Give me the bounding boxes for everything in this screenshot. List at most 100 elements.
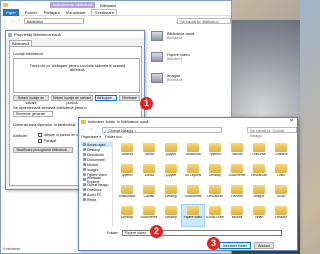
change-icon-button[interactable]: Modificare pictogramă bibliotecă... [13, 147, 73, 153]
folder-item[interactable]: .ipython [204, 142, 226, 163]
library-icon [151, 73, 163, 83]
tab-manage[interactable]: Gestionare [91, 8, 117, 16]
folder-icon [83, 188, 86, 191]
folder-icon [83, 158, 86, 161]
folder-icon [3, 3, 8, 7]
folder-item-label: Desktop [164, 195, 178, 198]
library-item[interactable]: Imagini Bibliotecă [151, 73, 231, 91]
library-item[interactable]: Biblioteca nouă Bibliotecă [151, 31, 231, 49]
folder-item[interactable]: .conda [138, 163, 160, 184]
optimize-label: Se optimizează această bibliotecă pentru… [13, 105, 88, 110]
cancel-button[interactable]: Anulare [254, 242, 275, 249]
folder-item[interactable]: Desktop [116, 205, 138, 226]
tab-share[interactable]: Partajare [44, 10, 60, 15]
dialog-title: Includere folder în Biblioteca nouă [88, 119, 149, 124]
forward-arrow-icon[interactable]: → [10, 18, 15, 24]
folder-item[interactable]: Desktop [160, 205, 182, 226]
folder-item-label: Desktop [164, 216, 178, 219]
folder-item[interactable]: .anaconda [182, 142, 204, 163]
set-public-save-location-button[interactable]: Setare locaţie de salvare publică [51, 95, 93, 105]
folder-item-label: Favorite [231, 195, 243, 198]
add-button[interactable]: Adăugare... [95, 95, 117, 101]
folder-item[interactable]: Căutări [138, 184, 160, 205]
up-arrow-icon[interactable]: ↑ [17, 18, 22, 24]
nav-item-label: Documente [87, 157, 105, 162]
folder-icon [143, 206, 155, 215]
folder-item[interactable]: Descărcări [248, 163, 270, 184]
folder-item[interactable]: .conda [138, 142, 160, 163]
tab-home[interactable]: Pornire [25, 10, 38, 15]
folder-item-label: .vscode [231, 153, 243, 156]
nav-item[interactable]: Reţea [81, 197, 112, 202]
folder-icon [231, 185, 243, 194]
folder-icon [121, 206, 133, 215]
status-bar: 6 elemente [3, 247, 21, 251]
remove-button[interactable]: Eliminare [119, 95, 140, 101]
library-type: Bibliotecă [167, 36, 183, 40]
folder-icon [253, 206, 265, 215]
folder-icon [275, 206, 287, 215]
folder-item[interactable]: Documente [138, 205, 160, 226]
folder-item[interactable]: .vscode [226, 142, 248, 163]
nav-item-label: Ciobat Neagu [87, 182, 109, 187]
folder-item[interactable]: Setări [248, 205, 270, 226]
folder-item[interactable]: Favorite [226, 184, 248, 205]
folder-item[interactable]: Links [270, 163, 292, 184]
breadcrumb-item[interactable]: Ciobat Neagu [108, 128, 132, 133]
folder-item[interactable]: Desktop [160, 184, 182, 205]
folder-item-label: .ipython [209, 153, 221, 156]
library-tools-tab[interactable]: Instrumente bibliotecă [50, 2, 96, 8]
library-type: Bibliotecă [167, 78, 183, 82]
close-icon[interactable]: ✕ [287, 118, 296, 124]
search-input[interactable]: Se caută în: Biblioteci [177, 18, 231, 24]
folder-item[interactable]: Fişiere video [181, 204, 205, 227]
folder-item[interactable]: .jupyter [160, 142, 182, 163]
set-save-location-button[interactable]: Setare locaţie de salvare [13, 95, 49, 105]
folder-item[interactable]: Documente [226, 163, 248, 184]
folder-item[interactable]: Desktop [204, 163, 226, 184]
folder-icon [275, 164, 287, 173]
folder-item[interactable]: .android [116, 142, 138, 163]
address-input[interactable]: Biblioteci [24, 18, 84, 24]
folder-item[interactable]: .jupyter [160, 163, 182, 184]
folder-item[interactable]: Imagini [248, 184, 270, 205]
folder-icon [209, 206, 221, 215]
organize-button[interactable]: Organizare ▾ [81, 135, 101, 139]
folder-item[interactable]: 3D Objects [182, 163, 204, 184]
folder-item[interactable]: OneDrive [248, 142, 270, 163]
back-arrow-icon[interactable]: ← [3, 18, 8, 24]
folder-item-label: .conda [144, 153, 154, 156]
folder-item[interactable]: iCloud Drive [204, 205, 226, 226]
folder-icon [83, 193, 86, 196]
library-item[interactable]: Fişiere video Bibliotecă [151, 52, 231, 70]
folder-input[interactable]: Fişiere video [121, 230, 282, 236]
locations-label: Locaţii bibliotecă: [13, 51, 44, 56]
folder-item-label: OneDrive [252, 153, 266, 156]
nav-item-label: Acest PC [87, 192, 102, 197]
folder-item[interactable]: Documente [182, 184, 204, 205]
new-folder-button[interactable]: Folder nou [105, 135, 122, 139]
path-box[interactable]: › Ciobat Neagu › [102, 126, 222, 133]
locations-list[interactable]: Faceţi clic pe 'Adăugare' pentru a inclu… [13, 58, 140, 93]
folder-item[interactable]: Anaconda3 [116, 184, 138, 205]
folder-item[interactable]: .ipython [116, 163, 138, 184]
folder-item[interactable]: Desktop [270, 205, 292, 226]
search-input[interactable]: Se caută în: Ciobat Neagu [247, 126, 297, 138]
step-callout: 3 [207, 237, 220, 250]
folder-item-label: .conda [144, 174, 154, 177]
tab-view[interactable]: Vizualizare [66, 10, 86, 15]
folder-item[interactable]: Jocuri [270, 184, 292, 205]
folder-item[interactable]: Contacts [270, 142, 292, 163]
step-callout: 1 [140, 97, 153, 110]
folder-item[interactable]: Muzică [226, 205, 248, 226]
optimize-select[interactable]: Elemente generale [13, 111, 53, 117]
forward-arrow-icon[interactable]: → [88, 127, 93, 132]
checkbox-label: Partajat [44, 139, 57, 143]
folder-item[interactable]: Descărcări [204, 184, 226, 205]
include-folder-button[interactable]: Includere folder [219, 242, 252, 249]
back-arrow-icon[interactable]: ← [81, 127, 86, 132]
tab-file[interactable]: Fişier [3, 8, 19, 16]
up-arrow-icon[interactable]: ↑ [95, 127, 100, 132]
shared-checkbox[interactable]: Partajat [38, 139, 56, 143]
empty-locations-message: Faceţi clic pe 'Adăugare' pentru a inclu… [29, 64, 126, 72]
